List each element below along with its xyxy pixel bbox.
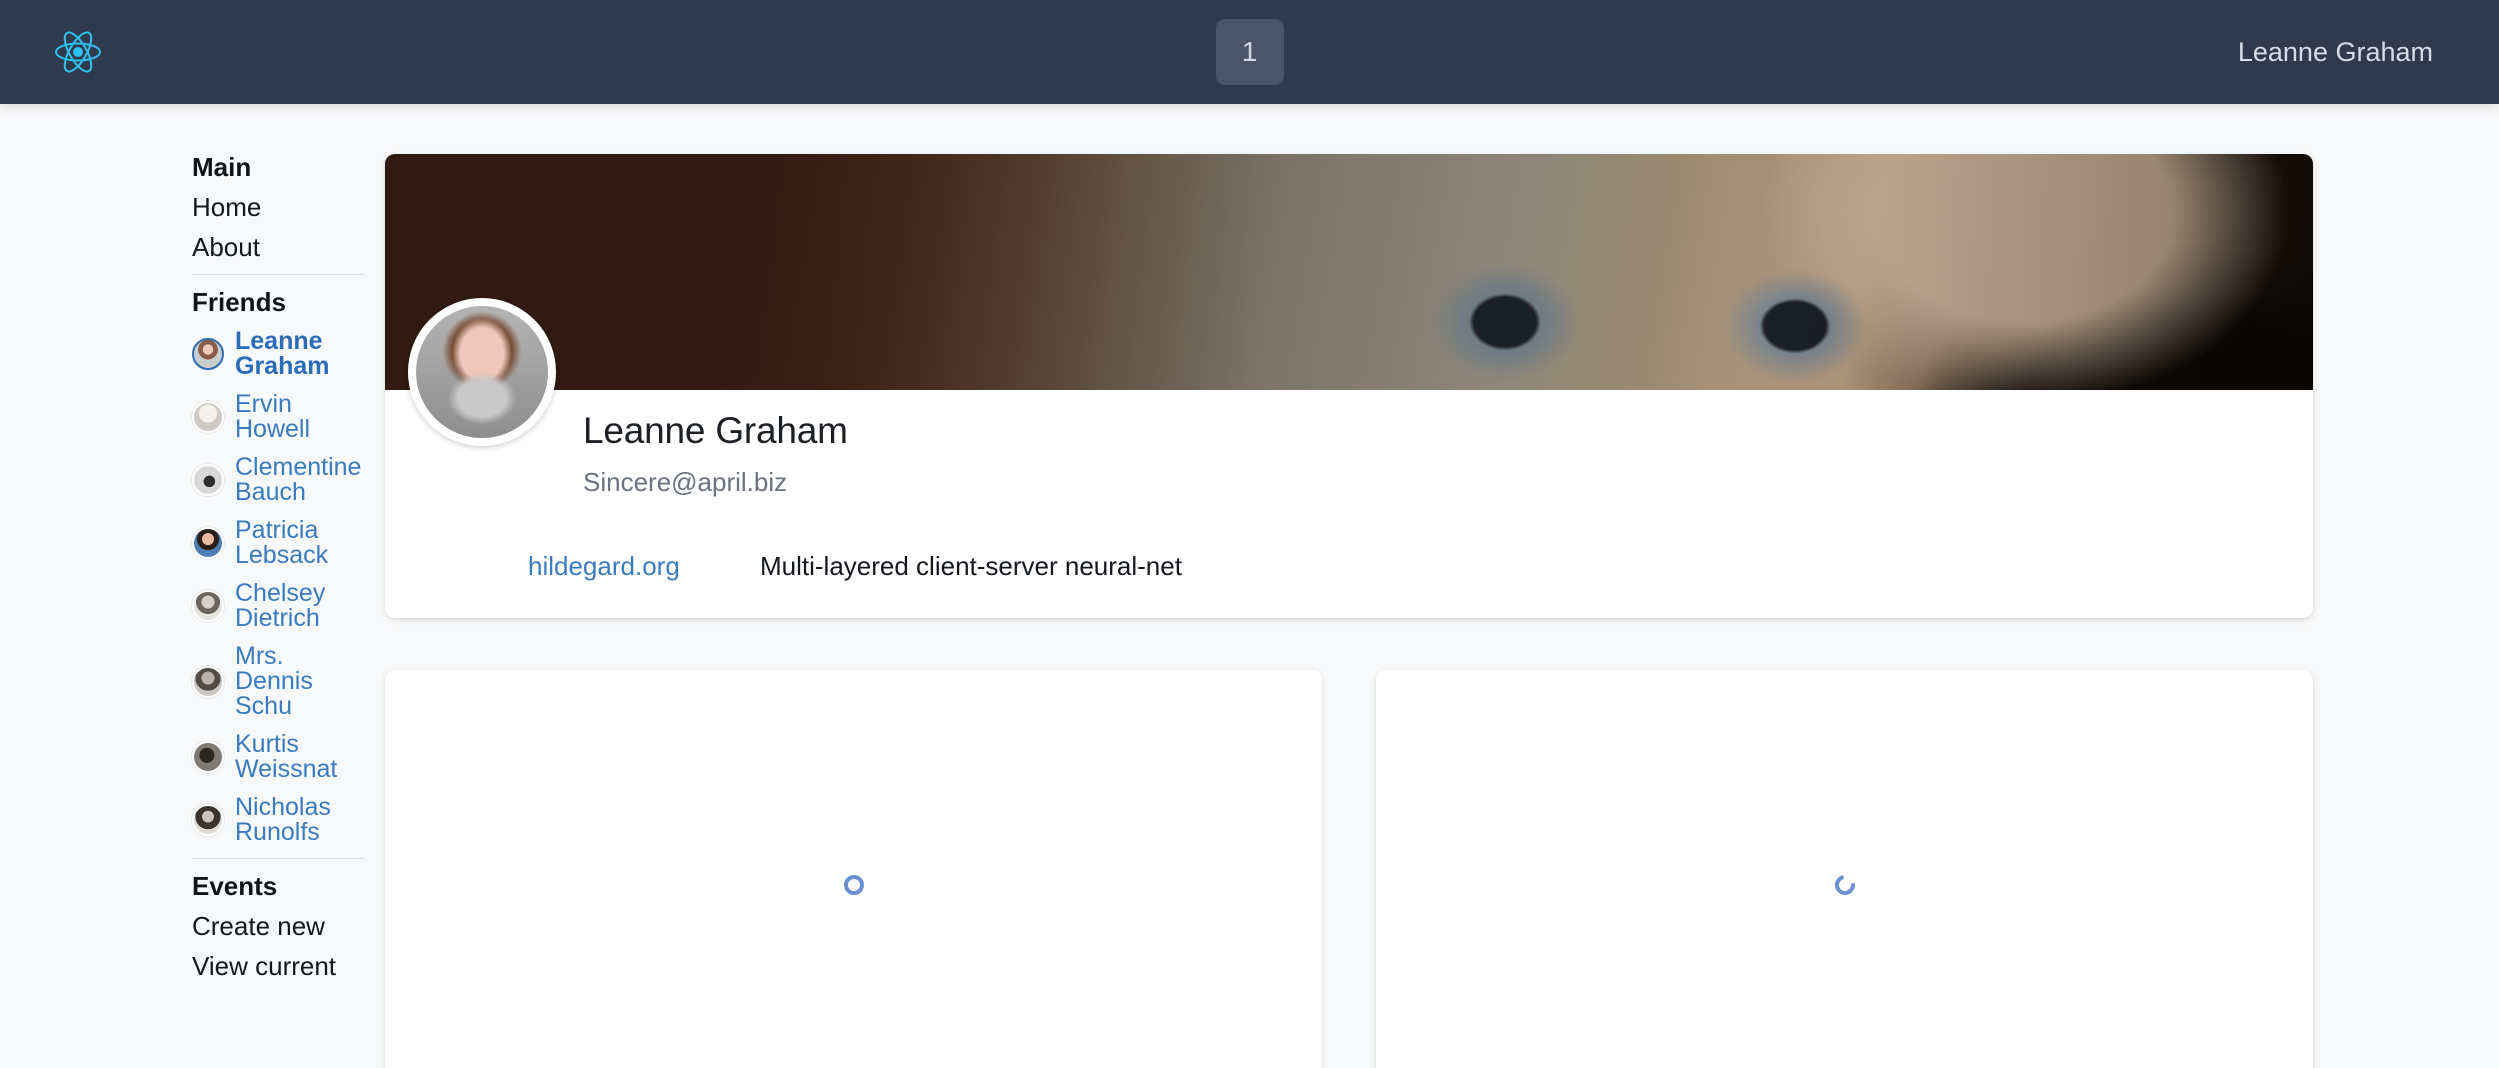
sidebar-item-home[interactable]: Home — [192, 194, 365, 220]
sidebar-heading-main: Main — [192, 152, 252, 182]
friend-avatar — [192, 590, 224, 622]
sidebar-item-view-current[interactable]: View current — [192, 953, 365, 979]
profile-avatar[interactable] — [408, 298, 556, 446]
profile-hero-banner-image — [385, 154, 2313, 390]
counter-button[interactable]: 1 — [1215, 19, 1284, 85]
sidebar-section-events: Events Create new View current — [192, 873, 365, 979]
friend-name-label: Leanne Graham — [235, 327, 330, 380]
react-logo-svg — [55, 31, 101, 73]
friend-name-label: Chelsey Dietrich — [235, 579, 326, 632]
sidebar-divider-1 — [192, 274, 365, 275]
sidebar-item-friend-mrs-dennis-schu[interactable]: Mrs. Dennis Schu — [192, 644, 365, 719]
friend-avatar — [192, 665, 224, 698]
sidebar-heading-friends: Friends — [192, 287, 286, 317]
react-logo-icon[interactable] — [44, 18, 112, 86]
friend-avatar — [192, 741, 224, 773]
sidebar-item-friend-nicholas-runolfs[interactable]: Nicholas Runolfs — [192, 795, 365, 845]
friend-name-label: Kurtis Weissnat — [235, 730, 338, 783]
sidebar-item-create-new[interactable]: Create new — [192, 913, 365, 939]
page-body: Main Home About Friends Leanne Graham Er… — [0, 104, 2499, 1068]
friend-name-label: Clementine Bauch — [235, 453, 362, 506]
friend-avatar — [192, 527, 224, 559]
main-content: Leanne Graham Sincere@april.biz hildegar… — [385, 154, 2499, 1068]
sidebar-divider-2 — [192, 858, 365, 859]
top-navbar: 1 Leanne Graham — [0, 0, 2499, 104]
sidebar-item-friend-kurtis-weissnat[interactable]: Kurtis Weissnat — [192, 732, 365, 782]
friend-name-label: Patricia Lebsack — [235, 516, 329, 569]
sidebar-section-main: Main Home About — [192, 154, 365, 260]
profile-company-catchphrase: Multi-layered client-server neural-net — [760, 551, 1182, 581]
sidebar-item-friend-chelsey-dietrich[interactable]: Chelsey Dietrich — [192, 581, 365, 631]
friend-name-label: Mrs. Dennis Schu — [235, 642, 313, 720]
loading-spinner-icon — [1830, 871, 1859, 899]
friend-avatar — [192, 401, 224, 433]
navbar-center: 1 — [1215, 19, 1284, 85]
loading-panels-row — [385, 670, 2313, 1068]
friend-avatar — [192, 338, 224, 370]
friend-name-label: Ervin Howell — [235, 390, 311, 443]
navbar-user-name[interactable]: Leanne Graham — [2238, 37, 2461, 68]
loading-spinner-icon — [843, 875, 864, 895]
right-loading-panel — [1376, 670, 2313, 1068]
profile-identity: Leanne Graham Sincere@april.biz — [385, 298, 2313, 515]
friend-avatar — [192, 464, 224, 496]
friend-name-label: Nicholas Runolfs — [235, 793, 331, 846]
sidebar: Main Home About Friends Leanne Graham Er… — [0, 154, 385, 1068]
sidebar-section-friends: Friends Leanne Graham Ervin Howell Cleme… — [192, 289, 365, 845]
profile-card: Leanne Graham Sincere@april.biz hildegar… — [385, 154, 2313, 618]
sidebar-item-friend-ervin-howell[interactable]: Ervin Howell — [192, 392, 365, 442]
sidebar-item-friend-leanne-graham[interactable]: Leanne Graham — [192, 329, 365, 379]
profile-meta-row: hildegard.org Multi-layered client-serve… — [385, 515, 2313, 618]
sidebar-item-friend-clementine-bauch[interactable]: Clementine Bauch — [192, 455, 365, 505]
sidebar-item-about[interactable]: About — [192, 234, 365, 260]
friend-avatar — [192, 804, 224, 836]
sidebar-heading-events: Events — [192, 871, 278, 901]
sidebar-item-friend-patricia-lebsack[interactable]: Patricia Lebsack — [192, 518, 365, 568]
profile-email: Sincere@april.biz — [583, 467, 788, 497]
profile-name: Leanne Graham — [583, 410, 848, 451]
left-loading-panel — [385, 670, 1322, 1068]
profile-website-link[interactable]: hildegard.org — [385, 551, 760, 582]
profile-identity-text: Leanne Graham Sincere@april.biz — [385, 412, 2313, 495]
